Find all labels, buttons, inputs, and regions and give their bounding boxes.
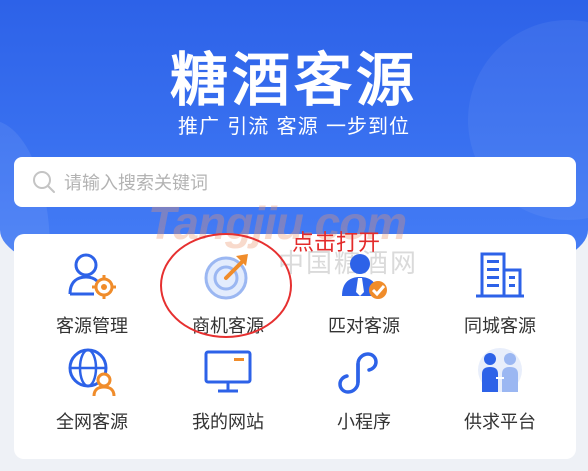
globe-user-icon bbox=[68, 348, 116, 397]
menu-item-mini-program[interactable]: 小程序 bbox=[299, 344, 429, 434]
people-icon bbox=[478, 348, 522, 392]
building-icon bbox=[476, 252, 524, 298]
menu-item-my-website[interactable]: 我的网站 bbox=[163, 344, 293, 434]
menu-item-label: 客源管理 bbox=[56, 316, 128, 337]
search-icon bbox=[33, 171, 55, 193]
menu-item-label: 小程序 bbox=[337, 412, 391, 433]
click-hint: 点击打开 bbox=[292, 231, 381, 256]
menu-item-label: 匹对客源 bbox=[328, 316, 400, 337]
menu-item-customer-management[interactable]: 客源管理 bbox=[27, 248, 157, 338]
page-title: 糖酒客源 bbox=[169, 46, 418, 114]
menu-item-label: 全网客源 bbox=[56, 412, 128, 433]
menu-item-label: 我的网站 bbox=[192, 412, 264, 433]
menu-item-matched-leads[interactable]: 匹对客源 bbox=[299, 248, 429, 338]
menu-item-supply-demand[interactable]: 供求平台 bbox=[435, 344, 565, 434]
mini-program-icon bbox=[338, 352, 378, 394]
highlight-circle bbox=[160, 233, 292, 338]
menu-item-network-leads[interactable]: 全网客源 bbox=[27, 344, 157, 434]
menu-item-label: 同城客源 bbox=[464, 316, 536, 337]
page-subtitle: 推广 引流 客源 一步到位 bbox=[177, 114, 411, 138]
search-input[interactable]: 请输入搜索关键词 bbox=[64, 169, 208, 195]
user-gear-icon bbox=[68, 253, 116, 299]
monitor-icon bbox=[204, 350, 252, 393]
menu-item-local-leads[interactable]: 同城客源 bbox=[435, 248, 565, 338]
menu-item-label: 供求平台 bbox=[464, 412, 536, 433]
